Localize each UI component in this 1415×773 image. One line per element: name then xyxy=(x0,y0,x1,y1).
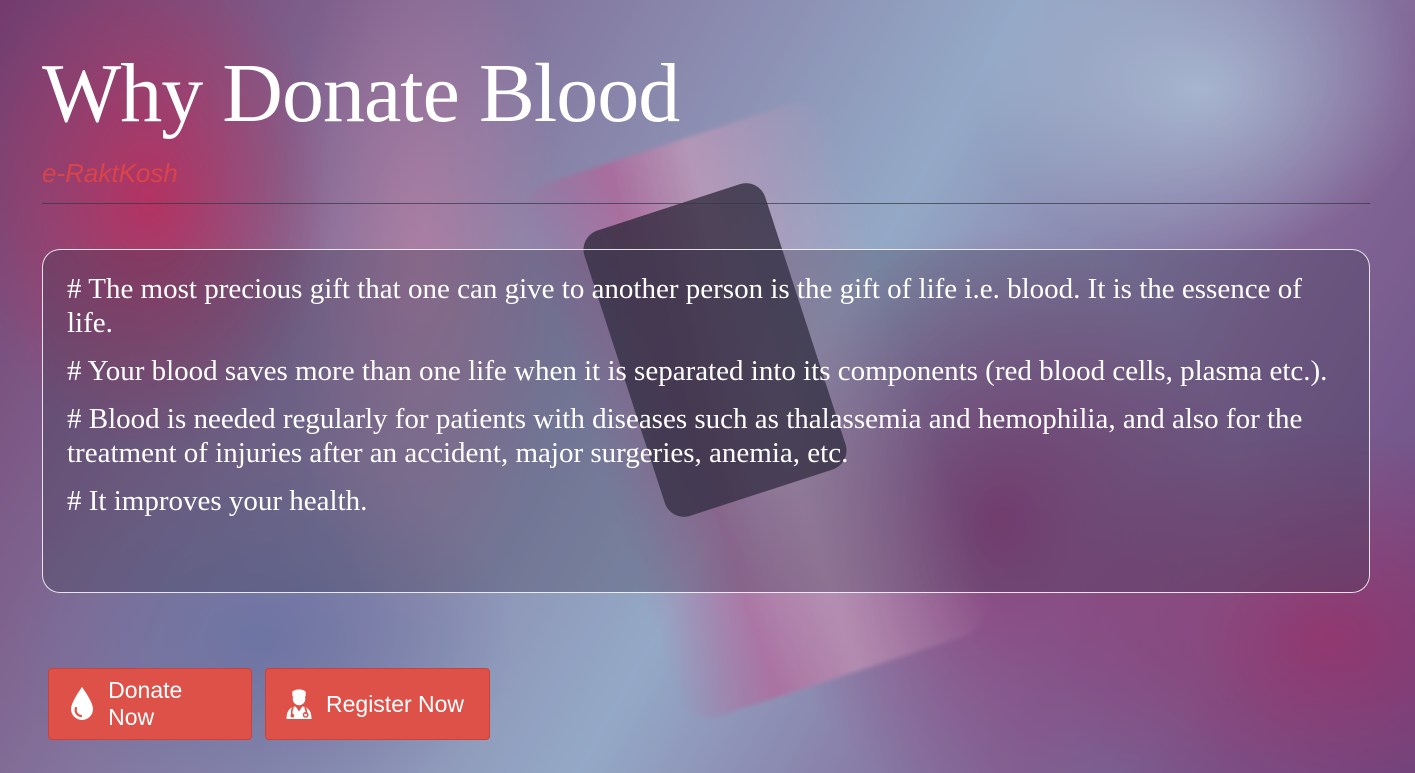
brand-subtitle: e-RaktKosh xyxy=(42,158,178,188)
action-buttons: Donate Now Register Now xyxy=(48,668,490,740)
hero-section: Why Donate Blood e-RaktKosh # The most p… xyxy=(42,0,1370,593)
register-now-button[interactable]: Register Now xyxy=(265,668,490,740)
fact-item: # It improves your health. xyxy=(67,485,368,517)
fact-item: # Your blood saves more than one life wh… xyxy=(67,355,1328,387)
register-now-label: Register Now xyxy=(326,690,465,717)
blood-drop-icon xyxy=(67,685,96,723)
user-doctor-icon xyxy=(284,685,314,723)
donate-now-button[interactable]: Donate Now xyxy=(48,668,252,740)
fact-item: # Blood is needed regularly for patients… xyxy=(67,403,1303,469)
title-divider xyxy=(42,203,1370,204)
page-title: Why Donate Blood xyxy=(42,47,680,140)
fact-item: # The most precious gift that one can gi… xyxy=(67,273,1302,339)
facts-panel: # The most precious gift that one can gi… xyxy=(42,249,1370,593)
donate-now-label: Donate Now xyxy=(108,677,183,730)
